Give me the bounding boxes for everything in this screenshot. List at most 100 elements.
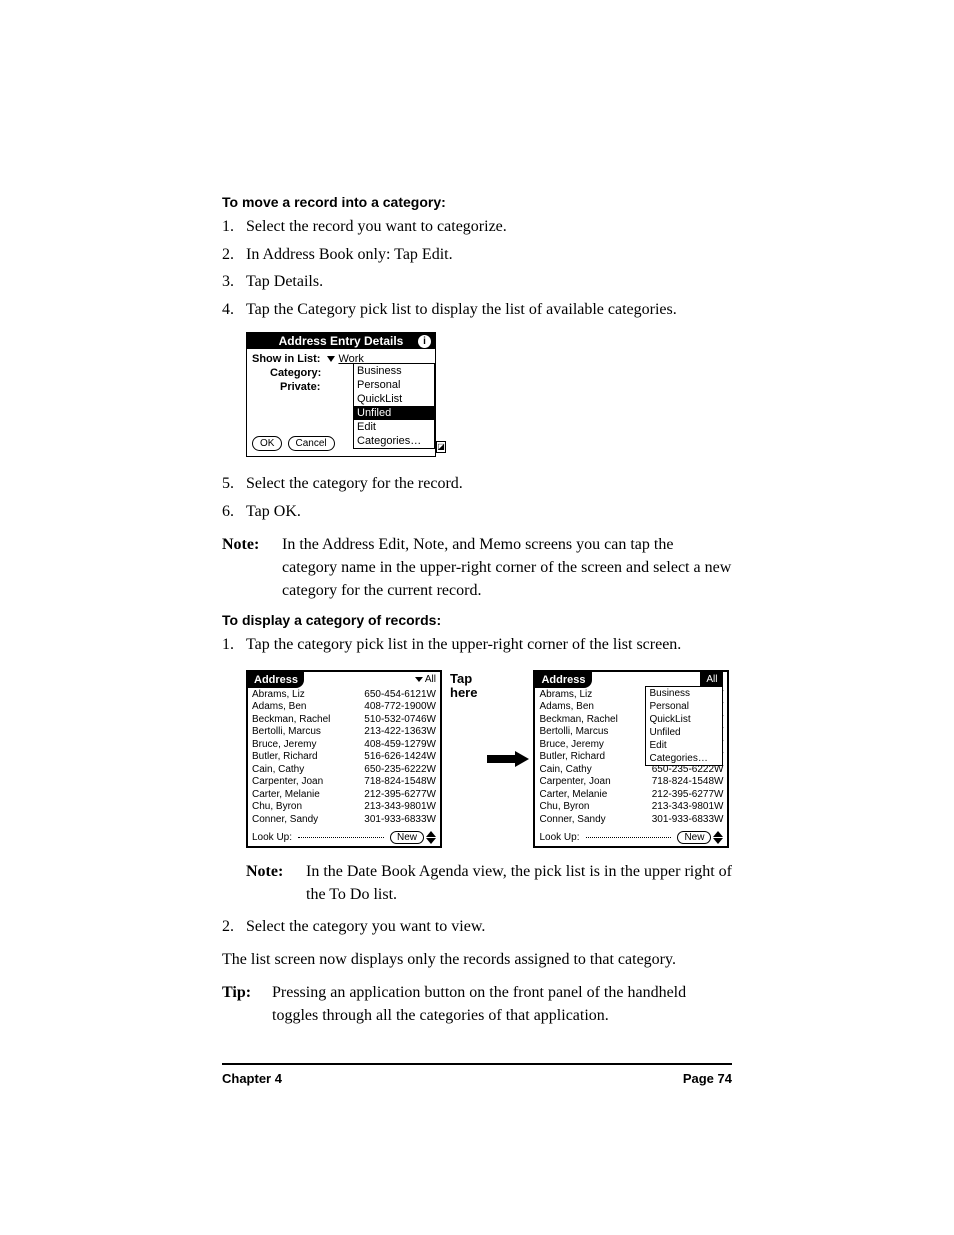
- note-label: Note:: [246, 860, 306, 906]
- menu-item[interactable]: Edit Categories…: [646, 739, 722, 765]
- dialog-title: Address Entry Details: [279, 334, 404, 348]
- menu-item[interactable]: Unfiled: [646, 726, 722, 739]
- ok-button[interactable]: OK: [252, 436, 282, 451]
- step-text: Tap the Category pick list to display th…: [246, 299, 677, 321]
- note-block: Note: In the Address Edit, Note, and Mem…: [222, 533, 732, 603]
- steps-display: 1.Tap the category pick list in the uppe…: [222, 634, 732, 656]
- contact-phone: 213-422-1363W: [364, 726, 436, 739]
- contact-phone: 718-824-1548W: [652, 776, 724, 789]
- new-button[interactable]: New: [390, 831, 424, 844]
- contact-phone: 212-395-6277W: [652, 789, 724, 802]
- contact-name: Abrams, Liz: [252, 689, 305, 702]
- list-item[interactable]: Bruce, Jeremy 408-459-1279W: [252, 739, 436, 752]
- step-number: 2.: [222, 244, 246, 266]
- list-item[interactable]: Butler, Richard 516-626-1424W: [252, 751, 436, 764]
- step-text: In Address Book only: Tap Edit.: [246, 244, 453, 266]
- note-block: Note: In the Date Book Agenda view, the …: [246, 860, 732, 906]
- scroll-arrows[interactable]: [713, 831, 723, 844]
- contact-phone: 718-824-1548W: [364, 776, 436, 789]
- contact-phone: 213-343-9801W: [652, 801, 724, 814]
- info-icon[interactable]: i: [418, 335, 431, 348]
- dropdown-option[interactable]: QuickList: [354, 392, 434, 406]
- category-dropdown[interactable]: Business Personal QuickList Unfiled Edit…: [353, 363, 435, 449]
- list-item[interactable]: Adams, Ben408-772-1900W: [252, 701, 436, 714]
- contact-list[interactable]: Abrams, Liz 650-454-6121WAdams, Ben408-77…: [248, 688, 440, 827]
- contact-name: Bruce, Jeremy: [252, 739, 316, 752]
- list-item[interactable]: Chu, Byron213-343-9801W: [252, 801, 436, 814]
- list-item[interactable]: Carpenter, Joan 718-824-1548W: [539, 776, 723, 789]
- contact-name: Abrams, Liz: [539, 689, 592, 702]
- list-item[interactable]: Carter, Melanie212-395-6277W: [252, 789, 436, 802]
- dropdown-icon[interactable]: [327, 356, 335, 362]
- category-picklist[interactable]: All: [415, 672, 436, 688]
- private-label: Private:: [280, 381, 320, 393]
- heading-move-record: To move a record into a category:: [222, 194, 732, 210]
- show-in-list-label: Show in List:: [252, 353, 320, 365]
- step-number: 4.: [222, 299, 246, 321]
- list-item[interactable]: Carter, Melanie212-395-6277W: [539, 789, 723, 802]
- contact-name: Butler, Richard: [252, 751, 318, 764]
- heading-display-category: To display a category of records:: [222, 612, 732, 628]
- list-item[interactable]: Bertolli, Marcus213-422-1363W: [252, 726, 436, 739]
- step-text: Select the record you want to categorize…: [246, 216, 507, 238]
- lookup-label: Look Up:: [252, 832, 292, 843]
- lookup-label: Look Up:: [539, 832, 579, 843]
- step-number: 1.: [222, 634, 246, 656]
- dialog-titlebar: Address Entry Details i: [247, 333, 435, 349]
- scroll-arrows[interactable]: [426, 831, 436, 844]
- note-text: In the Date Book Agenda view, the pick l…: [306, 860, 732, 906]
- contact-name: Carpenter, Joan: [252, 776, 323, 789]
- dropdown-option[interactable]: Edit Categories…: [354, 420, 434, 448]
- note-icon[interactable]: ◪: [436, 441, 446, 453]
- list-item[interactable]: Chu, Byron213-343-9801W: [539, 801, 723, 814]
- contact-phone: 650-454-6121W: [364, 689, 436, 702]
- dropdown-option-selected[interactable]: Unfiled: [354, 406, 434, 420]
- menu-item[interactable]: QuickList: [646, 713, 722, 726]
- contact-name: Conner, Sandy: [539, 814, 605, 827]
- step-text: Select the category for the record.: [246, 473, 463, 495]
- menu-item[interactable]: Personal: [646, 700, 722, 713]
- contact-name: Cain, Cathy: [539, 764, 591, 777]
- contact-phone: 650-235-6222W: [364, 764, 436, 777]
- step-number: 6.: [222, 501, 246, 523]
- dropdown-option[interactable]: Personal: [354, 378, 434, 392]
- step-number: 5.: [222, 473, 246, 495]
- dropdown-option[interactable]: Business: [354, 364, 434, 378]
- list-item[interactable]: Cain, Cathy650-235-6222W: [252, 764, 436, 777]
- contact-name: Carpenter, Joan: [539, 776, 610, 789]
- chapter-label: Chapter 4: [222, 1071, 282, 1086]
- step-number: 3.: [222, 271, 246, 293]
- contact-phone: 408-772-1900W: [364, 701, 436, 714]
- category-label: Category:: [270, 367, 321, 379]
- app-title: Address: [248, 672, 304, 688]
- new-button[interactable]: New: [677, 831, 711, 844]
- contact-phone: 212-395-6277W: [364, 789, 436, 802]
- list-item[interactable]: Beckman, Rachel510-532-0746W: [252, 714, 436, 727]
- contact-name: Adams, Ben: [539, 701, 593, 714]
- page-number: Page 74: [683, 1071, 732, 1086]
- lookup-input[interactable]: [298, 837, 384, 838]
- body-paragraph: The list screen now displays only the re…: [222, 948, 732, 971]
- arrow-icon: [487, 751, 529, 767]
- contact-name: Butler, Richard: [539, 751, 605, 764]
- contact-phone: 213-343-9801W: [364, 801, 436, 814]
- category-menu[interactable]: Business Personal QuickList Unfiled Edit…: [645, 686, 723, 766]
- list-item[interactable]: Conner, Sandy301-933-6833W: [252, 814, 436, 827]
- list-item[interactable]: Conner, Sandy 301-933-6833W: [539, 814, 723, 827]
- cancel-button[interactable]: Cancel: [288, 436, 335, 451]
- list-item[interactable]: Abrams, Liz 650-454-6121W: [252, 689, 436, 702]
- menu-item[interactable]: Business: [646, 687, 722, 700]
- contact-name: Bruce, Jeremy: [539, 739, 603, 752]
- contact-phone: 516-626-1424W: [364, 751, 436, 764]
- step-number: 1.: [222, 216, 246, 238]
- address-list-screen-after: Address All Business Personal QuickList …: [533, 670, 729, 848]
- contact-phone: 408-459-1279W: [364, 739, 436, 752]
- list-item[interactable]: Carpenter, Joan 718-824-1548W: [252, 776, 436, 789]
- contact-name: Conner, Sandy: [252, 814, 318, 827]
- screenshot-row: Address All Abrams, Liz650-454-6121WAdam…: [246, 670, 732, 848]
- dropdown-icon: [415, 677, 423, 682]
- contact-phone: 301-933-6833W: [652, 814, 724, 827]
- contact-name: Bertolli, Marcus: [539, 726, 608, 739]
- contact-phone: 510-532-0746W: [364, 714, 436, 727]
- lookup-input[interactable]: [586, 837, 672, 838]
